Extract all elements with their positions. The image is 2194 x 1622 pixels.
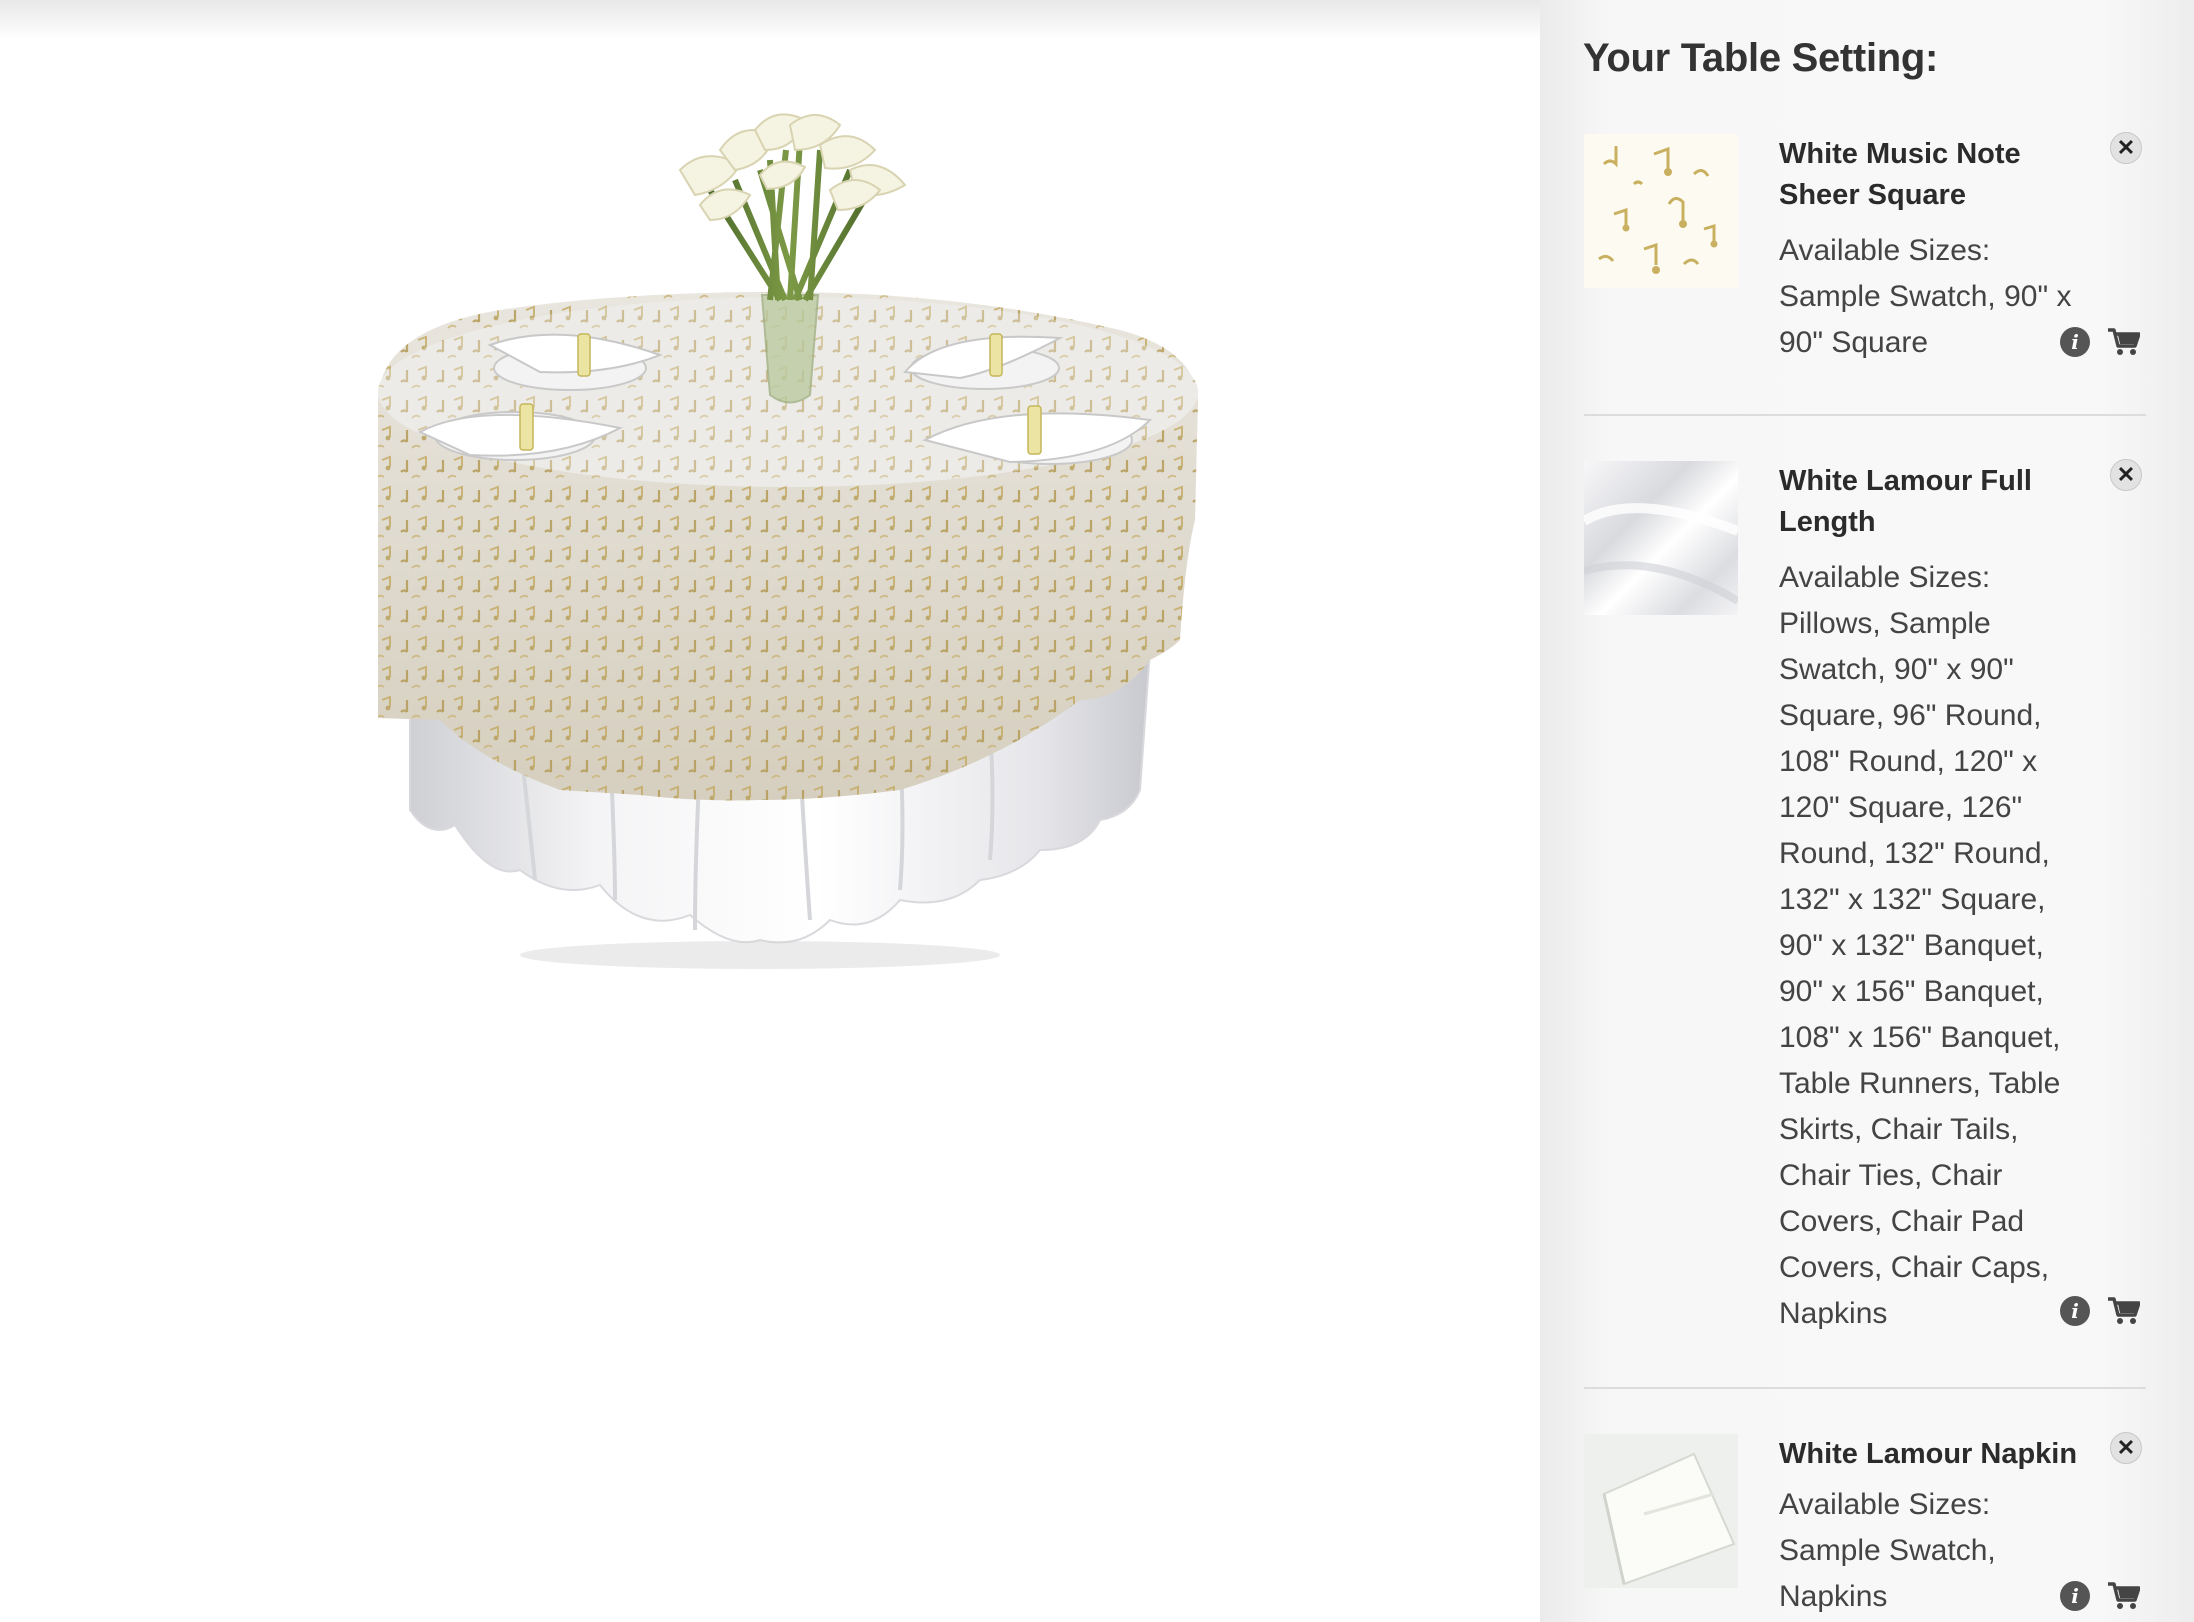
cart-icon[interactable] — [2106, 327, 2140, 357]
item-sizes: Available Sizes: Sample Swatch, Napkins — [1779, 1482, 2079, 1620]
sizes-label: Available Sizes: — [1779, 561, 1991, 594]
item-thumbnail-lamour[interactable] — [1584, 461, 1738, 615]
setting-item: White Lamour Napkin Available Sizes: Sam… — [1584, 1432, 2146, 1622]
setting-item: White Lamour Full Length Available Sizes… — [1584, 459, 2146, 1341]
white-satin-swatch-icon — [1584, 461, 1738, 615]
item-thumbnail-napkin[interactable] — [1584, 1434, 1738, 1588]
remove-icon[interactable]: ✕ — [2110, 132, 2142, 164]
table-setting-image — [378, 113, 1198, 969]
item-name[interactable]: White Lamour Full Length — [1779, 461, 2039, 543]
setting-item: White Music Note Sheer Square Available … — [1584, 132, 2146, 404]
sizes-label: Available Sizes: — [1779, 234, 1991, 267]
item-divider — [1584, 414, 2146, 416]
item-sizes: Available Sizes: Pillows, Sample Swatch,… — [1779, 555, 2079, 1337]
cart-icon[interactable] — [2106, 1296, 2140, 1326]
item-name[interactable]: White Music Note Sheer Square — [1779, 134, 2039, 216]
sizes-list: Sample Swatch, 90" x 90" Square — [1779, 280, 2072, 359]
remove-icon[interactable]: ✕ — [2110, 459, 2142, 491]
item-sizes: Available Sizes: Sample Swatch, 90" x 90… — [1779, 228, 2079, 366]
item-divider — [1584, 1387, 2146, 1389]
sizes-list: Sample Swatch, Napkins — [1779, 1534, 1996, 1613]
sizes-list: Pillows, Sample Swatch, 90" x 90" Square… — [1779, 607, 2061, 1330]
sidebar-title: Your Table Setting: — [1583, 36, 1939, 80]
item-thumbnail-music-note[interactable] — [1584, 134, 1738, 288]
white-napkin-swatch-icon — [1584, 1434, 1738, 1588]
remove-icon[interactable]: ✕ — [2110, 1432, 2142, 1464]
info-icon[interactable]: i — [2060, 1296, 2090, 1326]
info-icon[interactable]: i — [2060, 1581, 2090, 1611]
cart-icon[interactable] — [2106, 1581, 2140, 1611]
item-name[interactable]: White Lamour Napkin — [1779, 1434, 2079, 1475]
table-preview — [0, 0, 1540, 1622]
table-setting-sidebar: Your Table Setting: White Music Note She… — [1540, 0, 2194, 1622]
sizes-label: Available Sizes: — [1779, 1488, 1991, 1521]
music-note-swatch-icon — [1584, 134, 1738, 288]
info-icon[interactable]: i — [2060, 327, 2090, 357]
